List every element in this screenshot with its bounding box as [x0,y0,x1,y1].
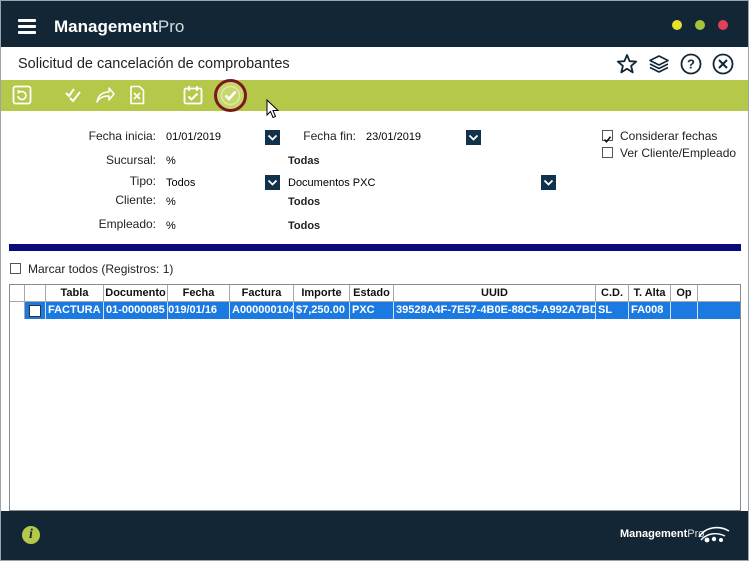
select-all-checkbox[interactable] [10,263,21,274]
brand-swirl-icon [698,526,730,543]
cell-importe: $7,250.00 [294,302,350,319]
confirm-check-button[interactable] [214,79,247,112]
page-header: Solicitud de cancelación de comprobantes… [1,47,748,80]
forward-icon[interactable] [94,84,116,106]
column-header-tabla[interactable]: Tabla [46,285,104,301]
app-window: ManagementPro Solicitud de cancelación d… [0,0,749,561]
column-header-importe[interactable]: Importe [294,285,350,301]
cell-cd: SL [596,302,629,319]
check-all-icon[interactable] [63,84,85,106]
table-row[interactable]: FACTURA 01-0000085 2019/01/16 A000000104… [10,302,740,319]
empleado-input[interactable]: % [164,218,281,234]
empleado-description: Todos [288,220,321,232]
toolbar [1,79,748,119]
footer-bar: i ManagementPro [1,511,748,560]
cell-op [671,302,698,319]
row-filler [698,302,740,319]
minimize-button[interactable] [672,20,682,30]
delete-document-icon[interactable] [126,84,148,106]
column-header-cd[interactable]: C.D. [596,285,629,301]
fecha-inicia-label: Fecha inicia: [88,129,156,143]
row-indicator [10,302,25,319]
grid-header-corner [10,285,25,301]
calendar-check-icon[interactable] [182,84,204,106]
cell-tabla: FACTURA [46,302,104,319]
refresh-icon[interactable] [11,84,33,106]
column-header-talta[interactable]: T. Alta [629,285,671,301]
empleado-label: Empleado: [98,217,156,231]
help-icon[interactable]: ? [680,53,702,75]
cell-factura: A000000104 [230,302,294,319]
column-header-op[interactable]: Op [671,285,698,301]
row-checkbox[interactable] [29,305,41,317]
fecha-inicia-input[interactable]: 01/01/2019 [164,129,264,145]
grid-header-select [25,285,46,301]
section-divider [9,244,741,251]
row-select-cell [25,302,46,319]
cell-documento: 01-0000085 [104,302,168,319]
mouse-cursor-icon [266,99,280,119]
ver-cliente-checkbox[interactable] [602,147,613,158]
fecha-inicia-dropdown-icon[interactable] [265,130,280,145]
cell-uuid: 39528A4F-7E57-4B0E-88C5-A992A7BD1 [394,302,596,319]
ver-cliente-label: Ver Cliente/Empleado [620,146,737,160]
fecha-fin-input[interactable]: 23/01/2019 [364,129,464,145]
cell-talta: FA008 [629,302,671,319]
title-bar: ManagementPro [1,1,748,47]
sucursal-input[interactable]: % [164,153,281,169]
favorite-star-icon[interactable] [616,53,638,75]
considerar-fechas-checkbox[interactable] [602,130,613,144]
column-header-fecha[interactable]: Fecha [168,285,230,301]
grid-header: Tabla Documento Fecha Factura Importe Es… [10,285,740,302]
column-header-documento[interactable]: Documento [104,285,168,301]
sucursal-description: Todas [288,155,320,167]
sucursal-label: Sucursal: [105,153,156,167]
tipo-select[interactable]: Todos [164,175,264,191]
tipo-dropdown-icon[interactable] [265,175,280,190]
maximize-button[interactable] [695,20,705,30]
app-logo: ManagementPro [54,17,185,36]
tipo-documento-dropdown-icon[interactable] [541,175,556,190]
cliente-input[interactable]: % [164,194,281,210]
cliente-description: Todos [288,196,321,208]
layers-icon[interactable] [648,53,670,75]
select-all-label: Marcar todos (Registros: 1) [28,262,174,276]
considerar-fechas-label: Considerar fechas [620,129,718,143]
tipo-label: Tipo: [129,174,156,188]
cell-estado: PXC [350,302,394,319]
footer-logo: ManagementPro [620,528,705,540]
cliente-label: Cliente: [115,193,156,207]
info-icon[interactable]: i [22,526,40,544]
fecha-fin-dropdown-icon[interactable] [466,130,481,145]
page-title: Solicitud de cancelación de comprobantes [18,56,290,72]
cell-fecha: 2019/01/16 [168,302,230,319]
svg-text:?: ? [687,57,695,72]
tipo-documento-select[interactable]: Documentos PXC [286,175,539,191]
menu-icon[interactable] [18,19,36,34]
column-header-uuid[interactable]: UUID [394,285,596,301]
fecha-fin-label: Fecha fin: [303,129,356,143]
close-window-button[interactable] [718,20,728,30]
results-grid: Tabla Documento Fecha Factura Importe Es… [9,284,741,511]
column-header-factura[interactable]: Factura [230,285,294,301]
close-icon[interactable] [712,53,734,75]
column-header-estado[interactable]: Estado [350,285,394,301]
